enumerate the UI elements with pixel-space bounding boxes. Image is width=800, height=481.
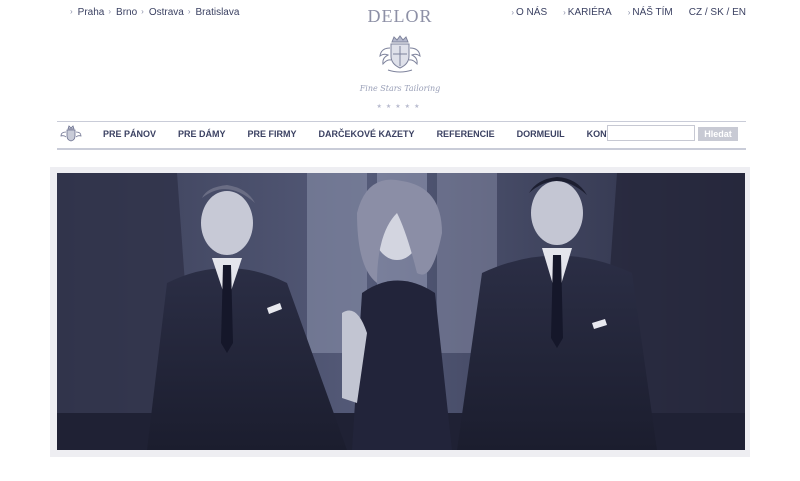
nav-item-pre-panov[interactable]: PRE PÁNOV <box>103 129 156 139</box>
nav-item-dormeuil[interactable]: DORMEUIL <box>517 129 565 139</box>
crest-logo[interactable] <box>376 34 424 79</box>
brand: DELOR <box>0 6 800 27</box>
nav-item-referencie[interactable]: REFERENCIE <box>437 129 495 139</box>
search-input[interactable] <box>607 125 695 141</box>
nav-item-darcekove-kazety[interactable]: DARČEKOVÉ KAZETY <box>319 129 415 139</box>
nav-menu: PRE PÁNOV PRE DÁMY PRE FIRMY DARČEKOVÉ K… <box>103 129 636 139</box>
nav-item-pre-firmy[interactable]: PRE FIRMY <box>248 129 297 139</box>
brand-stars: ★★★★★ <box>376 104 424 110</box>
crest-small-icon[interactable] <box>60 125 82 148</box>
hero-image <box>57 173 745 450</box>
main-nav: PRE PÁNOV PRE DÁMY PRE FIRMY DARČEKOVÉ K… <box>57 121 746 150</box>
brand-tagline: Fine Stars Tailoring <box>359 84 441 93</box>
brand-name[interactable]: DELOR <box>368 6 433 26</box>
nav-item-pre-damy[interactable]: PRE DÁMY <box>178 129 226 139</box>
search-button[interactable]: Hledat <box>698 127 738 141</box>
